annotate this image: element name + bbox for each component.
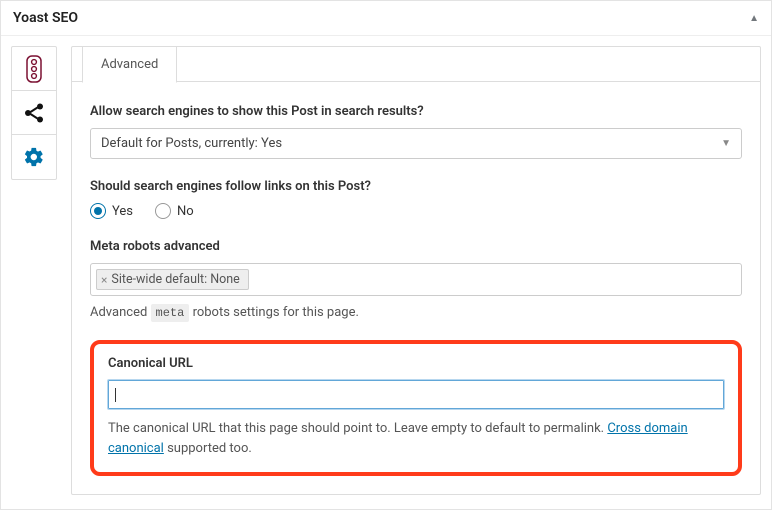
radio-yes-input[interactable] [90, 203, 106, 219]
radio-no[interactable]: No [155, 203, 194, 219]
collapse-icon[interactable]: ▲ [749, 13, 759, 24]
allow-search-value: Default for Posts, currently: Yes [101, 136, 282, 151]
meta-robots-chip[interactable]: × Site-wide default: None [96, 269, 249, 290]
allow-search-label: Allow search engines to show this Post i… [90, 104, 742, 119]
chevron-down-icon: ▼ [721, 138, 731, 149]
gear-icon [23, 146, 45, 168]
radio-yes[interactable]: Yes [90, 203, 133, 219]
yoast-seo-panel: Yoast SEO ▲ [0, 0, 772, 510]
tab-content: Allow search engines to show this Post i… [72, 81, 760, 494]
panel-title: Yoast SEO [13, 10, 78, 26]
radio-yes-label: Yes [112, 204, 133, 219]
radio-no-input[interactable] [155, 203, 171, 219]
radio-no-label: No [177, 204, 194, 219]
side-tabs [11, 46, 57, 180]
meta-robots-help: Advanced meta robots settings for this p… [90, 305, 742, 320]
social-tab[interactable] [12, 91, 56, 135]
text-cursor [115, 388, 116, 402]
meta-robots-field: Meta robots advanced × Site-wide default… [90, 239, 742, 320]
traffic-light-icon [24, 55, 44, 83]
follow-links-radios: Yes No [90, 203, 742, 219]
meta-robots-chip-label: Site-wide default: None [111, 272, 239, 287]
readability-tab[interactable] [12, 47, 56, 91]
meta-robots-label: Meta robots advanced [90, 239, 742, 254]
share-icon [23, 102, 45, 124]
follow-links-label: Should search engines follow links on th… [90, 179, 742, 194]
canonical-input[interactable] [108, 380, 724, 409]
canonical-label: Canonical URL [108, 356, 724, 371]
content-area: Advanced Allow search engines to show th… [71, 46, 761, 495]
meta-robots-input[interactable]: × Site-wide default: None [90, 263, 742, 296]
tab-advanced[interactable]: Advanced [82, 46, 177, 83]
allow-search-select[interactable]: Default for Posts, currently: Yes ▼ [90, 128, 742, 159]
allow-search-field: Allow search engines to show this Post i… [90, 104, 742, 159]
panel-header[interactable]: Yoast SEO ▲ [1, 1, 771, 36]
meta-code: meta [151, 304, 190, 322]
canonical-description: The canonical URL that this page should … [108, 419, 724, 458]
advanced-tab-icon[interactable] [12, 135, 56, 179]
close-icon[interactable]: × [101, 273, 107, 287]
follow-links-field: Should search engines follow links on th… [90, 179, 742, 219]
canonical-highlight: Canonical URL The canonical URL that thi… [90, 340, 742, 476]
tab-row: Advanced [72, 47, 760, 82]
panel-body: Advanced Allow search engines to show th… [1, 36, 771, 509]
